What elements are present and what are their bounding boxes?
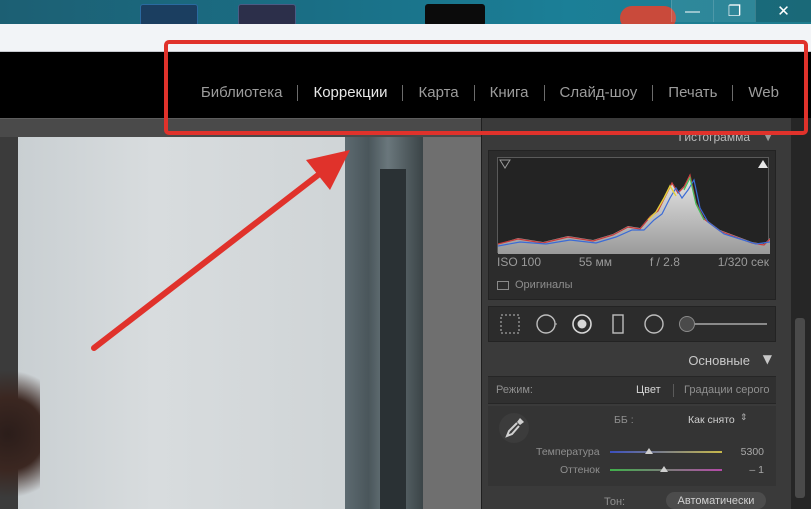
tint-label: Оттенок <box>560 464 600 476</box>
treatment-label: Режим: <box>496 384 533 396</box>
tone-label: Тон: <box>604 496 626 508</box>
maximize-button[interactable]: ❐ <box>713 0 755 22</box>
temperature-label: Температура <box>536 446 600 458</box>
treatment-color-button[interactable]: Цвет <box>636 384 661 396</box>
eyedropper-icon[interactable] <box>498 412 530 444</box>
histogram-plot[interactable] <box>497 157 771 254</box>
scrollbar-thumb[interactable] <box>795 318 805 498</box>
spot-removal-icon[interactable] <box>535 313 557 335</box>
tint-value[interactable]: – 1 <box>749 464 764 476</box>
focal-length: 55 мм <box>578 255 613 269</box>
photo-hair <box>0 349 40 509</box>
develop-right-panel: Гистограмма ▼ ISO 100 55 мм f / 2.8 1/32… <box>481 118 791 509</box>
brush-slider-track <box>689 323 767 325</box>
window-controls: — ❐ ✕ <box>671 0 811 24</box>
temperature-slider[interactable] <box>610 451 722 453</box>
shutter-speed: 1/320 сек <box>717 255 769 269</box>
brush-slider-knob[interactable] <box>679 316 695 332</box>
photo-wall <box>18 137 358 509</box>
tool-strip <box>488 306 776 342</box>
select-arrows-icon[interactable]: ⇕ <box>740 412 748 423</box>
exif-info: ISO 100 55 мм f / 2.8 1/320 сек <box>497 255 769 269</box>
aperture-value: f / 2.8 <box>649 255 680 269</box>
tint-slider-knob[interactable] <box>659 466 668 472</box>
originals-toggle[interactable]: Оригиналы <box>497 279 573 291</box>
auto-tone-button[interactable]: Автоматически <box>666 492 766 509</box>
photo-preview[interactable] <box>0 118 481 509</box>
histogram-panel: ISO 100 55 мм f / 2.8 1/320 сек Оригинал… <box>488 150 776 300</box>
panel-scrollbar[interactable] <box>791 118 811 509</box>
tone-row: Тон: Автоматически <box>488 490 776 509</box>
graduated-filter-icon[interactable] <box>607 313 629 335</box>
white-balance-block: ББ : Как снято ⇕ Температура 5300 Оттено… <box>488 406 776 486</box>
close-button[interactable]: ✕ <box>755 0 811 22</box>
treatment-row: Режим: Цвет Градации серого <box>488 376 776 404</box>
radial-filter-icon[interactable] <box>643 313 665 335</box>
red-eye-icon[interactable] <box>571 313 593 335</box>
originals-label: Оригиналы <box>515 279 573 291</box>
wb-preset-select[interactable]: Как снято <box>688 414 735 426</box>
photo-door-inner <box>380 169 406 509</box>
iso-value: ISO 100 <box>497 255 542 269</box>
minimize-button[interactable]: — <box>671 0 713 22</box>
taskbar-thumbnail[interactable] <box>140 4 198 26</box>
taskbar-thumbnail[interactable] <box>238 4 296 26</box>
photo-right-area <box>423 137 481 509</box>
treatment-grayscale-button[interactable]: Градации серого <box>684 384 770 396</box>
temperature-value[interactable]: 5300 <box>741 446 764 458</box>
basic-section-title: Основные <box>688 353 750 368</box>
histogram-graph <box>497 159 771 254</box>
adjustment-brush-slider[interactable] <box>679 313 767 335</box>
taskbar-thumbnail[interactable] <box>425 4 485 26</box>
crop-tool-icon[interactable] <box>499 313 521 335</box>
annotation-highlight-box <box>164 40 808 135</box>
temperature-slider-knob[interactable] <box>645 448 654 454</box>
treatment-separator <box>673 384 674 397</box>
originals-checkbox[interactable] <box>497 280 509 290</box>
wb-label: ББ : <box>614 414 634 426</box>
collapse-triangle-icon[interactable]: ▼ <box>763 352 772 366</box>
basic-section-header[interactable]: Основные ▼ <box>482 346 792 374</box>
